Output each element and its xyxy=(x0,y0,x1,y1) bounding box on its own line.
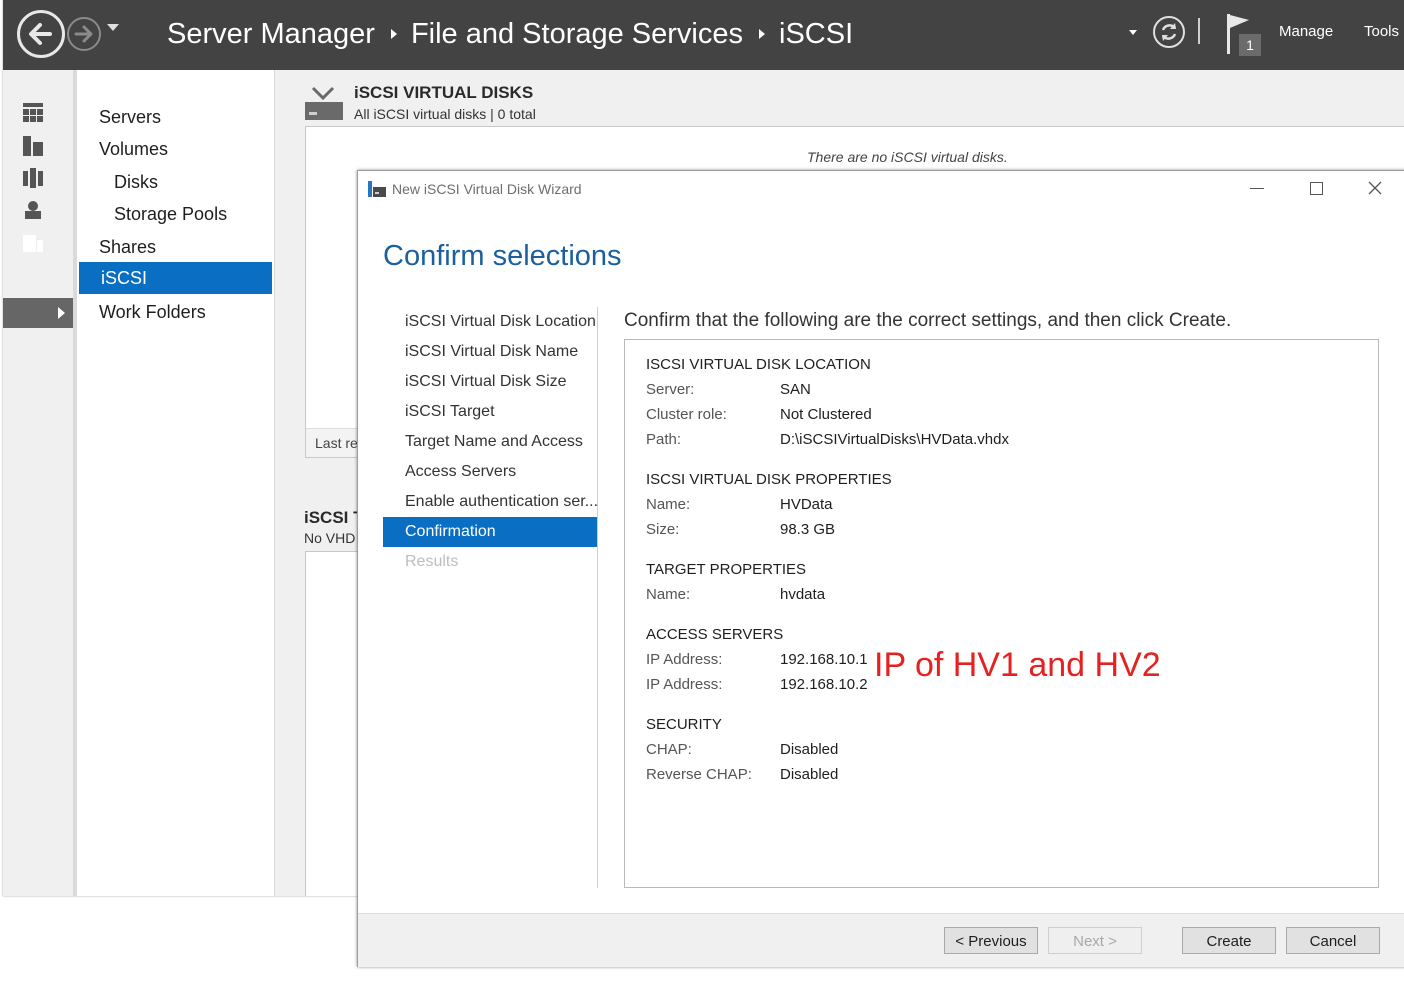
section-target-heading: TARGET PROPERTIES xyxy=(646,561,807,578)
breadcrumb-separator-icon xyxy=(390,29,397,39)
cancel-button[interactable]: Cancel xyxy=(1286,927,1380,954)
wizard-step-confirmation[interactable]: Confirmation xyxy=(383,517,597,547)
path-label: Path: xyxy=(646,431,682,448)
virtual-disks-empty-message: There are no iSCSI virtual disks. xyxy=(807,149,1008,165)
previous-button[interactable]: < Previous xyxy=(944,927,1038,954)
nav-item-volumes[interactable]: Volumes xyxy=(77,133,270,165)
steps-divider xyxy=(597,307,598,888)
chap-value: Disabled xyxy=(780,741,839,758)
disk-name-label: Name: xyxy=(646,496,691,513)
breadcrumb-iscsi: iSCSI xyxy=(779,17,854,50)
chap-label: CHAP: xyxy=(646,741,692,758)
file-services-role-icon[interactable] xyxy=(23,200,43,220)
virtual-disks-subtitle: All iSCSI virtual disks | 0 total xyxy=(354,106,536,122)
expand-arrow-icon[interactable] xyxy=(58,307,65,319)
wizard-heading: Confirm selections xyxy=(383,240,622,272)
refresh-icon xyxy=(1161,23,1177,41)
server-value: SAN xyxy=(780,381,811,398)
forward-button[interactable] xyxy=(67,17,101,51)
cluster-role-label: Cluster role: xyxy=(646,406,727,423)
nav-item-disks[interactable]: Disks xyxy=(77,166,270,198)
targets-subtitle: No VHD xyxy=(304,530,356,546)
arrow-left-icon xyxy=(29,23,52,45)
virtual-disk-icon xyxy=(305,86,343,120)
virtual-disks-last-refreshed: Last re xyxy=(315,435,358,451)
wizard-step-access-servers[interactable]: Access Servers xyxy=(383,457,597,487)
wizard-step-authentication[interactable]: Enable authentication ser... xyxy=(383,487,597,517)
navigation-strip xyxy=(3,70,77,896)
breadcrumb-file-storage[interactable]: File and Storage Services xyxy=(411,18,743,51)
wizard-disk-icon xyxy=(368,181,386,197)
disk-size-value: 98.3 GB xyxy=(780,521,836,538)
nav-item-iscsi[interactable]: iSCSI xyxy=(79,262,272,294)
server-label: Server: xyxy=(646,381,695,398)
annotation-text: IP of HV1 and HV2 xyxy=(874,646,1161,684)
wizard-title: New iSCSI Virtual Disk Wizard xyxy=(392,181,582,197)
minimize-icon[interactable] xyxy=(1250,188,1264,189)
virtual-disks-title: iSCSI VIRTUAL DISKS xyxy=(354,83,534,102)
ip-address-label-1: IP Address: xyxy=(646,651,723,668)
section-access-heading: ACCESS SERVERS xyxy=(646,626,784,643)
breadcrumb-dropdown-icon[interactable] xyxy=(1129,30,1137,35)
menu-tools[interactable]: Tools xyxy=(1364,23,1399,40)
disk-name-value: HVData xyxy=(780,496,833,513)
cluster-role-value: Not Clustered xyxy=(780,406,872,423)
menu-manage[interactable]: Manage xyxy=(1279,23,1333,40)
nav-item-work-folders[interactable]: Work Folders xyxy=(77,296,270,328)
nav-item-servers[interactable]: Servers xyxy=(77,101,270,133)
title-bar: Server Manager File and Storage Services… xyxy=(3,0,1404,70)
ip-address-value-1: 192.168.10.1 xyxy=(780,651,868,668)
toolbar-divider xyxy=(1198,18,1200,44)
confirmation-details-panel[interactable] xyxy=(624,339,1379,888)
wizard-step-results: Results xyxy=(405,553,459,570)
reverse-chap-value: Disabled xyxy=(780,766,839,783)
file-storage-services-icon[interactable] xyxy=(23,233,43,253)
breadcrumb-server-manager[interactable]: Server Manager xyxy=(167,18,375,51)
arrow-right-icon xyxy=(74,25,93,43)
notification-count-badge: 1 xyxy=(1239,34,1261,56)
wizard-step-target[interactable]: iSCSI Target xyxy=(383,397,597,427)
section-security-heading: SECURITY xyxy=(646,716,722,733)
breadcrumb-separator-icon xyxy=(759,29,765,39)
nav-item-shares[interactable]: Shares xyxy=(77,231,270,263)
file-storage-nav-panel: Servers Volumes Disks Storage Pools Shar… xyxy=(77,70,275,896)
wizard-step-size[interactable]: iSCSI Virtual Disk Size xyxy=(383,367,597,397)
refresh-button[interactable] xyxy=(1153,16,1185,48)
reverse-chap-label: Reverse CHAP: xyxy=(646,766,752,783)
section-location-heading: ISCSI VIRTUAL DISK LOCATION xyxy=(646,356,871,373)
target-name-label: Name: xyxy=(646,586,691,603)
next-button: Next > xyxy=(1048,927,1142,954)
wizard-step-location[interactable]: iSCSI Virtual Disk Location xyxy=(383,307,597,337)
back-button[interactable] xyxy=(17,10,65,58)
breadcrumb: Server Manager File and Storage Services… xyxy=(167,14,853,54)
targets-title: iSCSI T xyxy=(304,508,364,527)
history-dropdown-icon[interactable] xyxy=(107,24,119,31)
section-properties-heading: ISCSI VIRTUAL DISK PROPERTIES xyxy=(646,471,892,488)
wizard-step-name[interactable]: iSCSI Virtual Disk Name xyxy=(383,337,597,367)
target-name-value: hvdata xyxy=(780,586,826,603)
wizard-step-target-name-access[interactable]: Target Name and Access xyxy=(383,427,597,457)
nav-item-storage-pools[interactable]: Storage Pools xyxy=(77,198,270,230)
ip-address-value-2: 192.168.10.2 xyxy=(780,676,868,693)
all-servers-icon[interactable] xyxy=(23,168,43,188)
path-value: D:\iSCSIVirtualDisks\HVData.vhdx xyxy=(780,431,1009,448)
ip-address-label-2: IP Address: xyxy=(646,676,723,693)
create-button[interactable]: Create xyxy=(1182,927,1276,954)
local-server-icon[interactable] xyxy=(23,136,43,156)
disk-size-label: Size: xyxy=(646,521,680,538)
close-icon[interactable] xyxy=(1367,180,1383,196)
maximize-icon[interactable] xyxy=(1310,182,1323,195)
confirmation-intro: Confirm that the following are the corre… xyxy=(624,310,1232,331)
dashboard-icon[interactable] xyxy=(23,103,43,123)
